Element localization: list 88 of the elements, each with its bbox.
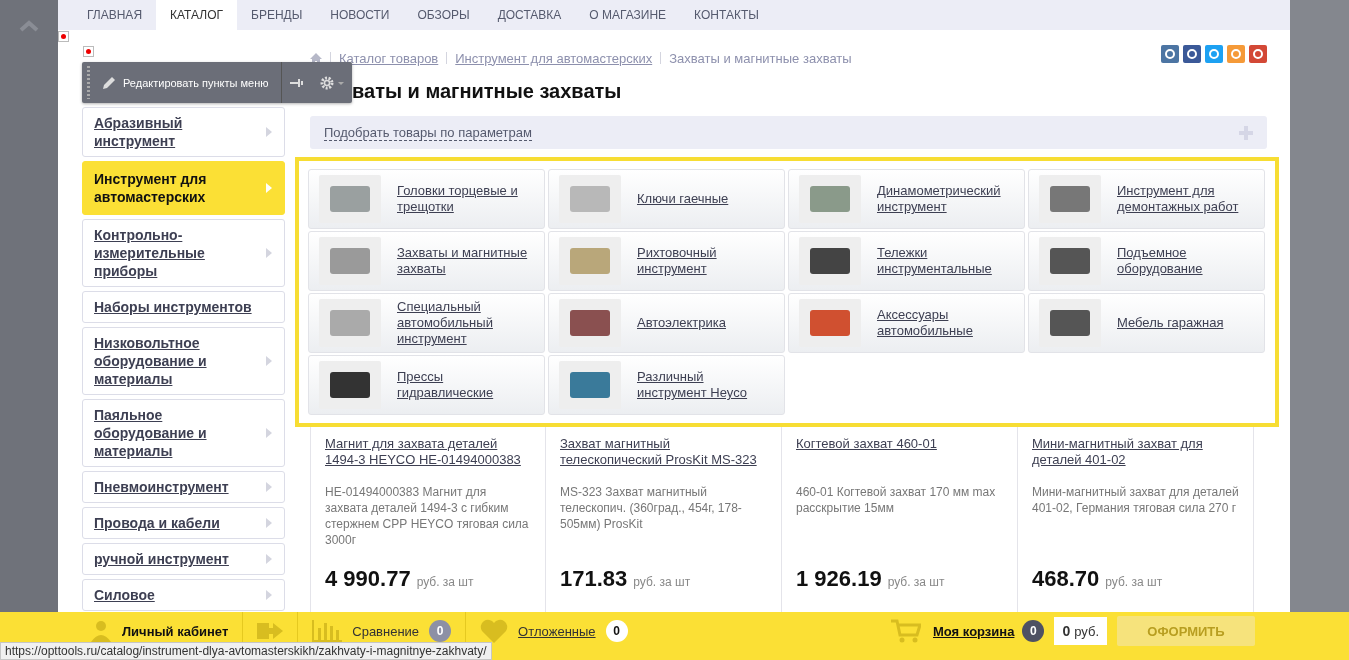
- scroll-up-icon[interactable]: [19, 20, 39, 32]
- product-price: 4 990.77: [325, 566, 411, 592]
- wishlist-count: 0: [605, 620, 628, 642]
- photo-placeholder: [559, 175, 621, 223]
- account-link[interactable]: Личный кабинет: [122, 623, 229, 639]
- photo-placeholder: [319, 237, 381, 285]
- product-price: 1 926.19: [796, 566, 882, 592]
- sidebar-item[interactable]: Пневмоинструмент: [82, 471, 285, 503]
- subcategory-card[interactable]: Различный инструмент Heyco: [548, 355, 785, 415]
- sidebar-item[interactable]: Наборы инструментов: [82, 291, 285, 323]
- sidebar-item[interactable]: Контрольно-измерительные приборы: [82, 219, 285, 287]
- sidebar-item[interactable]: Абразивный инструмент: [82, 107, 285, 157]
- product-description: MS-323 Захват магнитный телескопич. (360град., 454г, 178-505мм) ProsKit: [560, 484, 743, 533]
- nav-tab[interactable]: КОНТАКТЫ: [680, 0, 773, 30]
- cart-icon[interactable]: [891, 619, 921, 643]
- product-title[interactable]: Когтевой захват 460-01: [796, 436, 1003, 484]
- sidebar-item[interactable]: Силовое: [82, 579, 285, 611]
- wishlist-link[interactable]: Отложенные: [518, 623, 596, 639]
- pencil-icon: [102, 75, 116, 90]
- photo-placeholder: [799, 299, 861, 347]
- photo-placeholder: [1039, 299, 1101, 347]
- photo-placeholder: [319, 361, 381, 409]
- photo-placeholder: [559, 361, 621, 409]
- price-unit: руб. за шт: [416, 575, 474, 589]
- broken-image-icon: [83, 46, 94, 57]
- subcategory-card[interactable]: Подъемное оборудование: [1028, 231, 1265, 291]
- breadcrumb-current: Захваты и магнитные захваты: [669, 50, 852, 66]
- subcategory-card[interactable]: Прессы гидравлические: [308, 355, 545, 415]
- sidebar-item[interactable]: Низковольтное оборудование и материалы: [82, 327, 285, 395]
- subcategory-card[interactable]: Специальный автомобильный инструмент: [308, 293, 545, 353]
- subcategory-card[interactable]: Ключи гаечные: [548, 169, 785, 229]
- person-icon[interactable]: [90, 620, 112, 642]
- product-title[interactable]: Мини-магнитный захват для деталей 401-02: [1032, 436, 1239, 484]
- compare-count: 0: [429, 620, 452, 642]
- product-price: 468.70: [1032, 566, 1100, 592]
- nav-tab[interactable]: О МАГАЗИНЕ: [575, 0, 681, 30]
- compare-link[interactable]: Сравнение: [352, 623, 420, 639]
- share-icon[interactable]: [1249, 45, 1267, 63]
- subcategory-card[interactable]: Динамометрический инструмент: [788, 169, 1025, 229]
- share-icon[interactable]: [1205, 45, 1223, 63]
- price-unit: руб. за шт: [633, 575, 691, 589]
- photo-placeholder: [319, 175, 381, 223]
- sidebar-item[interactable]: Инструмент для автомастерских: [82, 161, 285, 215]
- subcategory-card[interactable]: Рихтовочный инструмент: [548, 231, 785, 291]
- price-unit: руб. за шт: [1105, 575, 1163, 589]
- photo-placeholder: [559, 237, 621, 285]
- subcategory-card[interactable]: Головки торцевые и трещотки: [308, 169, 545, 229]
- photo-placeholder: [799, 175, 861, 223]
- settings-icon[interactable]: [318, 74, 345, 91]
- photo-placeholder: [319, 299, 381, 347]
- subcategory-card[interactable]: Аксессуары автомобильные: [788, 293, 1025, 353]
- product-description: HE-01494000383 Магнит для захвата деталей 1494-3 с гибким стержнем СРР HEYCO тяговая сила 3000г: [325, 484, 530, 549]
- product-description: Мини-магнитный захват для деталей 401-02, Германия тяговая сила 270 г: [1032, 484, 1239, 517]
- product-title[interactable]: Магнит для захвата деталей 1494-3 HEYCO HE-01494000383: [325, 436, 531, 484]
- bar-chart-icon[interactable]: [312, 620, 343, 642]
- subcategory-card[interactable]: Инструмент для демонтажных работ: [1028, 169, 1265, 229]
- nav-tab[interactable]: БРЕНДЫ: [237, 0, 317, 30]
- subcategory-card[interactable]: Тележки инструментальные: [788, 231, 1025, 291]
- sidebar-item[interactable]: Провода и кабели: [82, 507, 285, 539]
- cart-link[interactable]: Моя корзина: [933, 623, 1015, 639]
- nav-tab[interactable]: ДОСТАВКА: [483, 0, 576, 30]
- photo-placeholder: [799, 237, 861, 285]
- subcategory-card[interactable]: Захваты и магнитные захваты: [308, 231, 545, 291]
- logout-icon[interactable]: [257, 621, 284, 641]
- sidebar-item[interactable]: Паяльное оборудование и материалы: [82, 399, 285, 467]
- cart-total: 0 руб.: [1054, 617, 1107, 645]
- share-icon[interactable]: [1183, 45, 1201, 63]
- photo-placeholder: [1039, 175, 1101, 223]
- cart-count: 0: [1022, 620, 1045, 642]
- heart-icon[interactable]: [480, 619, 509, 643]
- photo-placeholder: [559, 299, 621, 347]
- photo-placeholder: [1039, 237, 1101, 285]
- subcategory-card[interactable]: Мебель гаражная: [1028, 293, 1265, 353]
- nav-tab[interactable]: ОБЗОРЫ: [403, 0, 484, 30]
- filter-link[interactable]: Подобрать товары по параметрам: [324, 124, 532, 141]
- nav-tab[interactable]: КАТАЛОГ: [156, 0, 237, 30]
- product-price: 171.83: [560, 566, 628, 592]
- status-url-tooltip: https://opttools.ru/catalog/instrument-dlya-avtomasterskikh/zakhvaty-i-magnitnye-zakhvaty/: [0, 642, 492, 660]
- page-title: ваты и магнитные захваты: [352, 80, 623, 104]
- share-icon[interactable]: [1161, 45, 1179, 63]
- subcategory-card[interactable]: Автоэлектрика: [548, 293, 785, 353]
- pin-icon[interactable]: [289, 77, 304, 88]
- product-description: 460-01 Когтевой захват 170 мм max расскрытие 15мм: [796, 484, 997, 517]
- nav-tab[interactable]: ГЛАВНАЯ: [73, 0, 157, 30]
- price-unit: руб. за шт: [887, 575, 945, 589]
- product-title[interactable]: Захват магнитный телескопический ProsKit MS-323: [560, 436, 767, 484]
- nav-tab[interactable]: НОВОСТИ: [316, 0, 404, 30]
- sidebar-item[interactable]: ручной инструмент: [82, 543, 285, 575]
